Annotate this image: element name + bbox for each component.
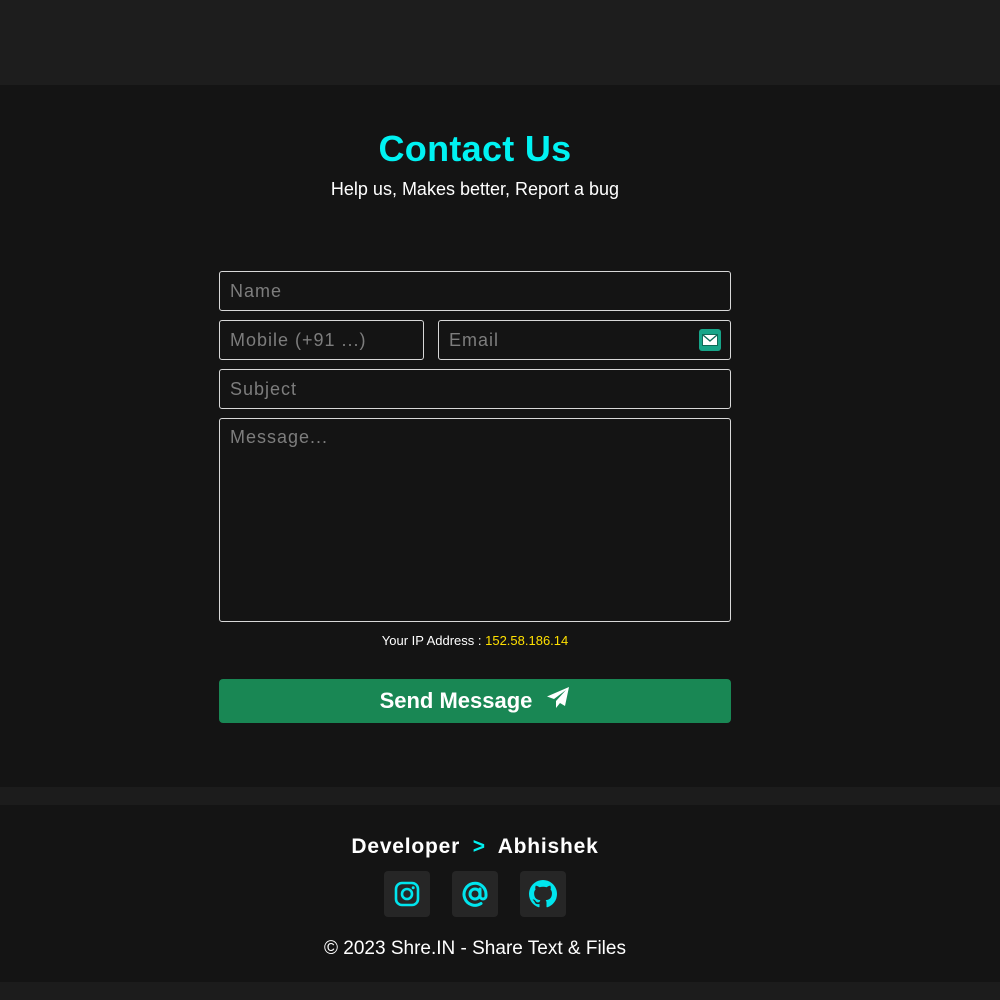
instagram-icon bbox=[394, 881, 420, 907]
send-message-button[interactable]: Send Message bbox=[219, 679, 731, 723]
bottom-band bbox=[0, 982, 1000, 1000]
ip-label: Your IP Address : bbox=[381, 633, 482, 648]
developer-label: Developer bbox=[351, 835, 461, 858]
ip-value: 152.58.186.14 bbox=[485, 633, 569, 648]
message-textarea[interactable] bbox=[219, 418, 731, 622]
temp-mail-icon[interactable] bbox=[699, 329, 721, 351]
developer-credit: Developer > Abhishek bbox=[0, 835, 950, 859]
github-icon bbox=[529, 880, 557, 908]
send-label: Send Message bbox=[379, 688, 533, 713]
developer-name: Abhishek bbox=[497, 835, 599, 858]
instagram-link[interactable] bbox=[384, 871, 430, 917]
at-sign-icon bbox=[462, 881, 488, 907]
name-input[interactable] bbox=[219, 271, 731, 311]
paper-plane-icon bbox=[546, 686, 570, 716]
top-band bbox=[0, 0, 1000, 85]
github-link[interactable] bbox=[520, 871, 566, 917]
copyright-text: © 2023 Shre.IN - Share Text & Files bbox=[324, 938, 626, 959]
subject-input[interactable] bbox=[219, 369, 731, 409]
ip-address-line: Your IP Address : 152.58.186.14 bbox=[0, 633, 950, 648]
email-link[interactable] bbox=[452, 871, 498, 917]
section-divider bbox=[0, 787, 1000, 805]
mobile-input[interactable] bbox=[219, 320, 424, 360]
developer-separator: > bbox=[472, 835, 486, 858]
email-input[interactable] bbox=[438, 320, 731, 360]
page-title: Contact Us bbox=[378, 128, 572, 169]
page-subtitle: Help us, Makes better, Report a bug bbox=[330, 179, 620, 199]
